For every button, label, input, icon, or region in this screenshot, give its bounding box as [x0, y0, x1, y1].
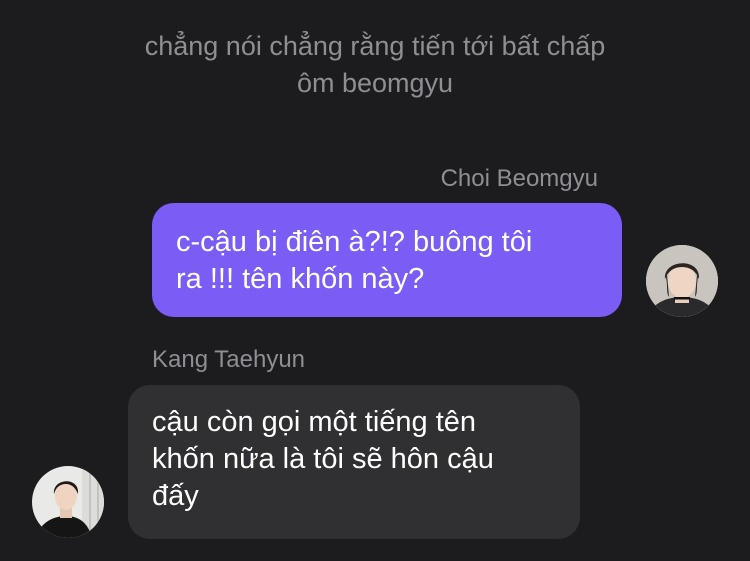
message-text-line: ra !!! tên khốn này?	[176, 263, 425, 295]
sender-name-beomgyu: Choi Beomgyu	[440, 165, 598, 192]
system-message: chẳng nói chẳng rằng tiến tới bất chấp ô…	[0, 28, 750, 102]
message-text-line: cậu còn gọi một tiếng tên	[152, 406, 477, 438]
beomgyu-avatar-icon	[646, 245, 718, 317]
system-message-line: ôm beomgyu	[296, 68, 454, 98]
system-message-line: chẳng nói chẳng rằng tiến tới bất chấp	[144, 31, 606, 61]
message-text-line: đấy	[152, 480, 199, 512]
chat-screen: chẳng nói chẳng rằng tiến tới bất chấp ô…	[0, 0, 750, 561]
taehyun-avatar-icon	[32, 466, 104, 538]
message-text-line: khốn nữa là tôi sẽ hôn cậu	[152, 443, 494, 475]
sender-name-taehyun: Kang Taehyun	[152, 346, 306, 373]
taehyun-avatar[interactable]	[32, 466, 104, 538]
message-text-line: c-cậu bị điên à?!? buông tôi	[176, 226, 533, 258]
message-bubble-taehyun[interactable]: cậu còn gọi một tiếng tên khốn nữa là tô…	[128, 385, 580, 539]
beomgyu-avatar[interactable]	[646, 245, 718, 317]
message-bubble-beomgyu[interactable]: c-cậu bị điên à?!? buông tôi ra !!! tên …	[152, 203, 622, 317]
